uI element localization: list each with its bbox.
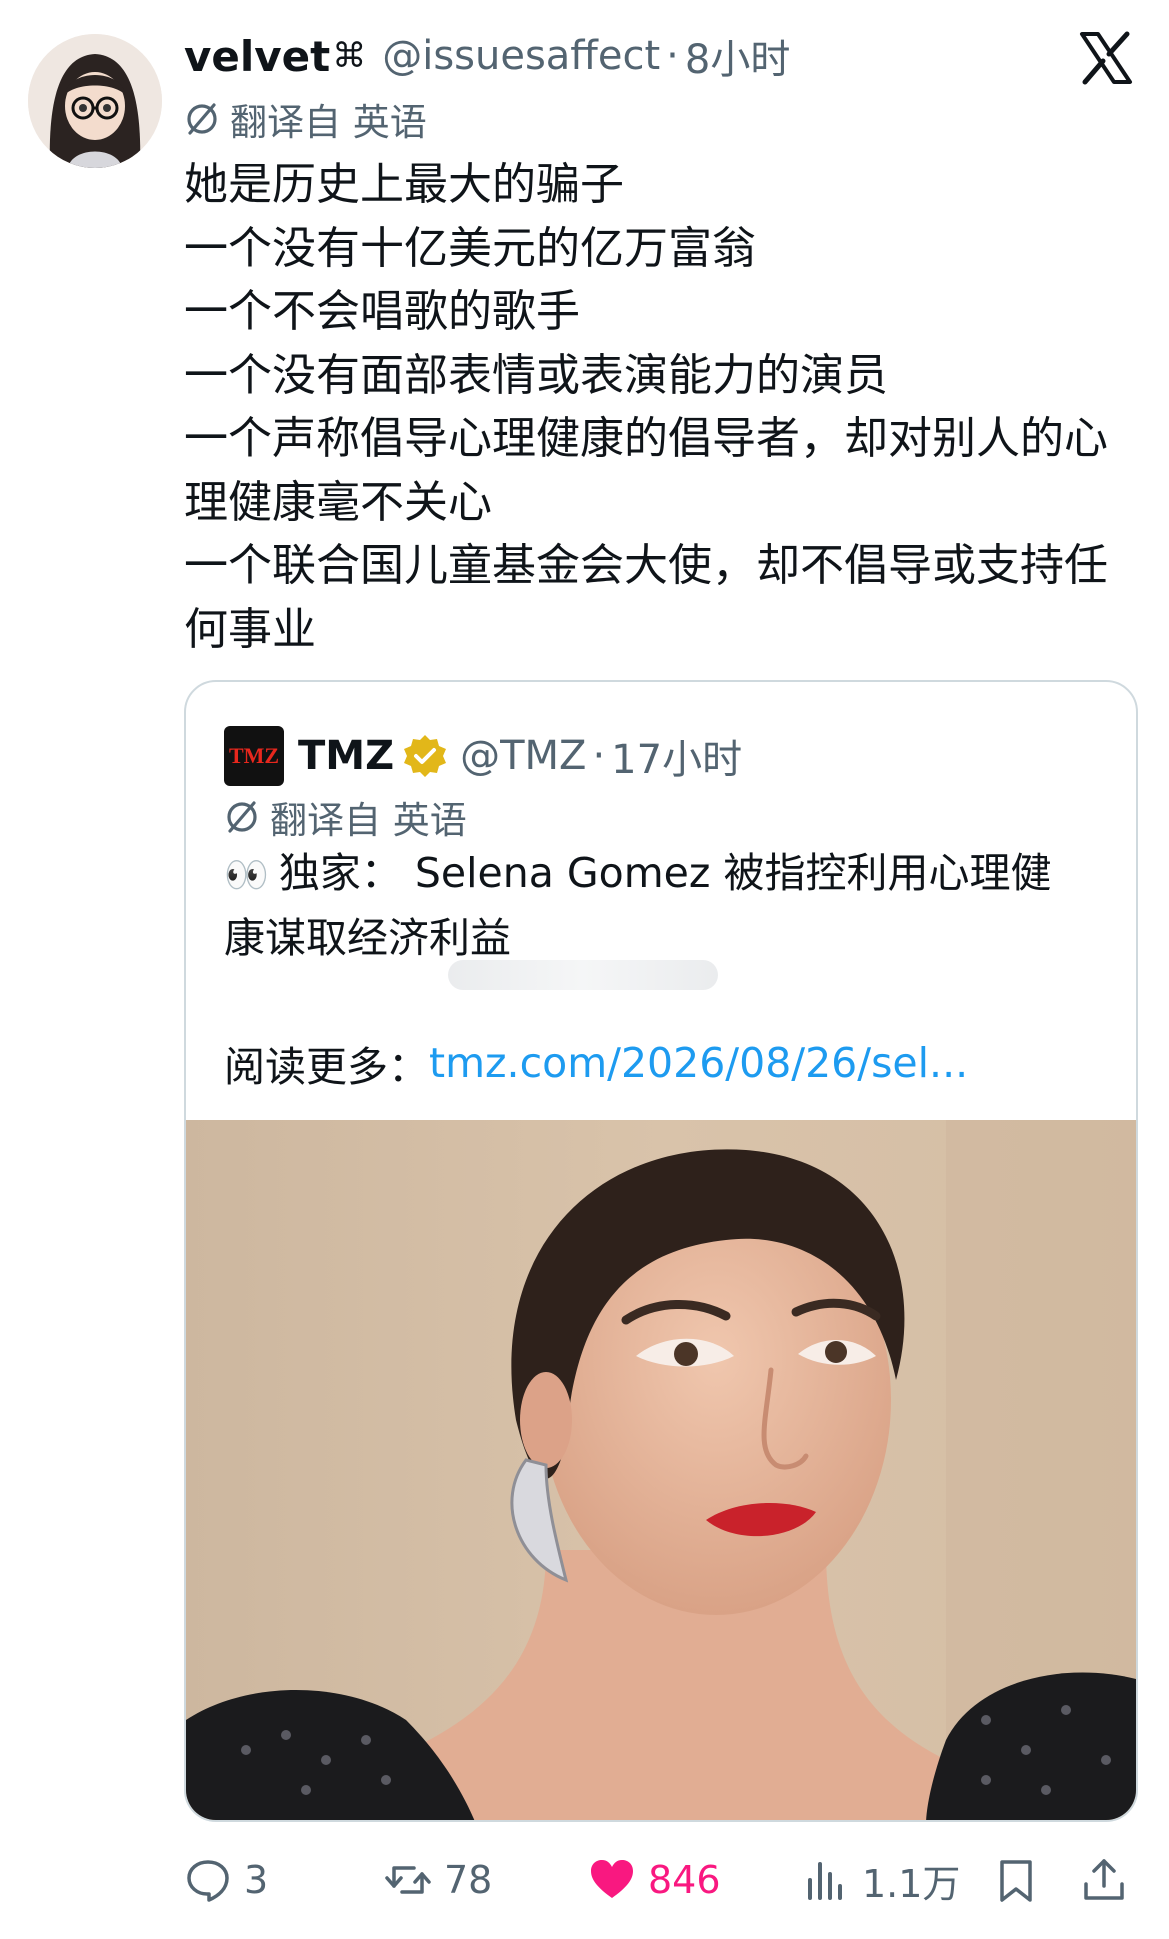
read-more-line: 阅读更多： tmz.com/2026/08/26/sel... xyxy=(224,1032,968,1094)
article-link[interactable]: tmz.com/2026/08/26/sel... xyxy=(429,1039,968,1087)
timestamp[interactable]: 8小时 xyxy=(685,27,790,85)
x-logo-icon xyxy=(1080,31,1132,85)
views-icon xyxy=(808,1862,842,1900)
blurred-overlay xyxy=(448,960,718,990)
quote-separator-dot: · xyxy=(592,733,606,779)
avatar-image xyxy=(28,34,162,168)
display-name[interactable]: velvet xyxy=(184,32,330,81)
tweet-text: 她是历史上最大的骗子 一个没有十亿美元的亿万富翁 一个不会唱歌的歌手 一个没有面… xyxy=(184,159,1108,655)
bookmark-button[interactable] xyxy=(992,1845,1052,1915)
action-bar: 3 78 846 1.1万 xyxy=(184,1845,1144,1915)
quote-text: 独家： Selena Gomez 被指控利用心理健 康谋取经济利益 xyxy=(224,849,1052,962)
verified-badge-icon[interactable] xyxy=(402,733,448,779)
quote-header: TMZ TMZ @TMZ · 17小时 xyxy=(224,726,742,786)
repost-count: 78 xyxy=(444,1858,493,1902)
tmz-logo-icon: TMZ xyxy=(229,743,279,768)
avatar[interactable] xyxy=(28,34,162,168)
eyes-emoji: 👀 xyxy=(224,855,269,896)
like-button[interactable]: 846 xyxy=(588,1845,721,1915)
share-icon xyxy=(1084,1859,1124,1900)
translate-icon xyxy=(187,103,217,135)
tweet-header: velvet ⌘ @issuesaffect · 8小时 xyxy=(184,26,790,86)
share-button[interactable] xyxy=(1080,1845,1140,1915)
quote-handle[interactable]: @TMZ xyxy=(460,733,586,779)
quote-display-name[interactable]: TMZ xyxy=(298,733,394,779)
reply-count: 3 xyxy=(244,1858,269,1902)
repost-icon xyxy=(385,1866,431,1894)
quote-translation-label[interactable]: 翻译自 英语 xyxy=(224,792,467,842)
quote-translation-text: 翻译自 英语 xyxy=(270,799,467,842)
bookmark-icon xyxy=(1000,1860,1032,1902)
repost-button[interactable]: 78 xyxy=(384,1845,492,1915)
views-button[interactable]: 1.1万 xyxy=(802,1845,960,1915)
like-count: 846 xyxy=(648,1858,721,1902)
name-decoration: ⌘ xyxy=(332,36,367,76)
views-count: 1.1万 xyxy=(862,1861,961,1906)
quote-timestamp[interactable]: 17小时 xyxy=(611,727,742,785)
translate-icon xyxy=(227,801,257,833)
heart-icon xyxy=(591,1860,633,1898)
read-more-label: 阅读更多： xyxy=(224,1043,429,1091)
quote-text-block: 👀 独家： Selena Gomez 被指控利用心理健 康谋取经济利益 xyxy=(224,842,1104,969)
user-handle[interactable]: @issuesaffect xyxy=(382,33,660,79)
tmz-avatar[interactable]: TMZ xyxy=(224,726,284,786)
quote-tweet-card[interactable]: TMZ TMZ @TMZ · 17小时 翻译自 英语 👀 独家： Selena G… xyxy=(184,680,1138,1822)
reply-icon xyxy=(187,1860,229,1902)
separator-dot: · xyxy=(666,33,679,79)
article-photo[interactable] xyxy=(186,1120,1138,1822)
reply-button[interactable]: 3 xyxy=(184,1845,268,1915)
translation-label[interactable]: 翻译自 英语 xyxy=(184,95,427,144)
tmz-logo-text: TMZ xyxy=(229,743,279,768)
translation-text: 翻译自 英语 xyxy=(230,101,427,144)
